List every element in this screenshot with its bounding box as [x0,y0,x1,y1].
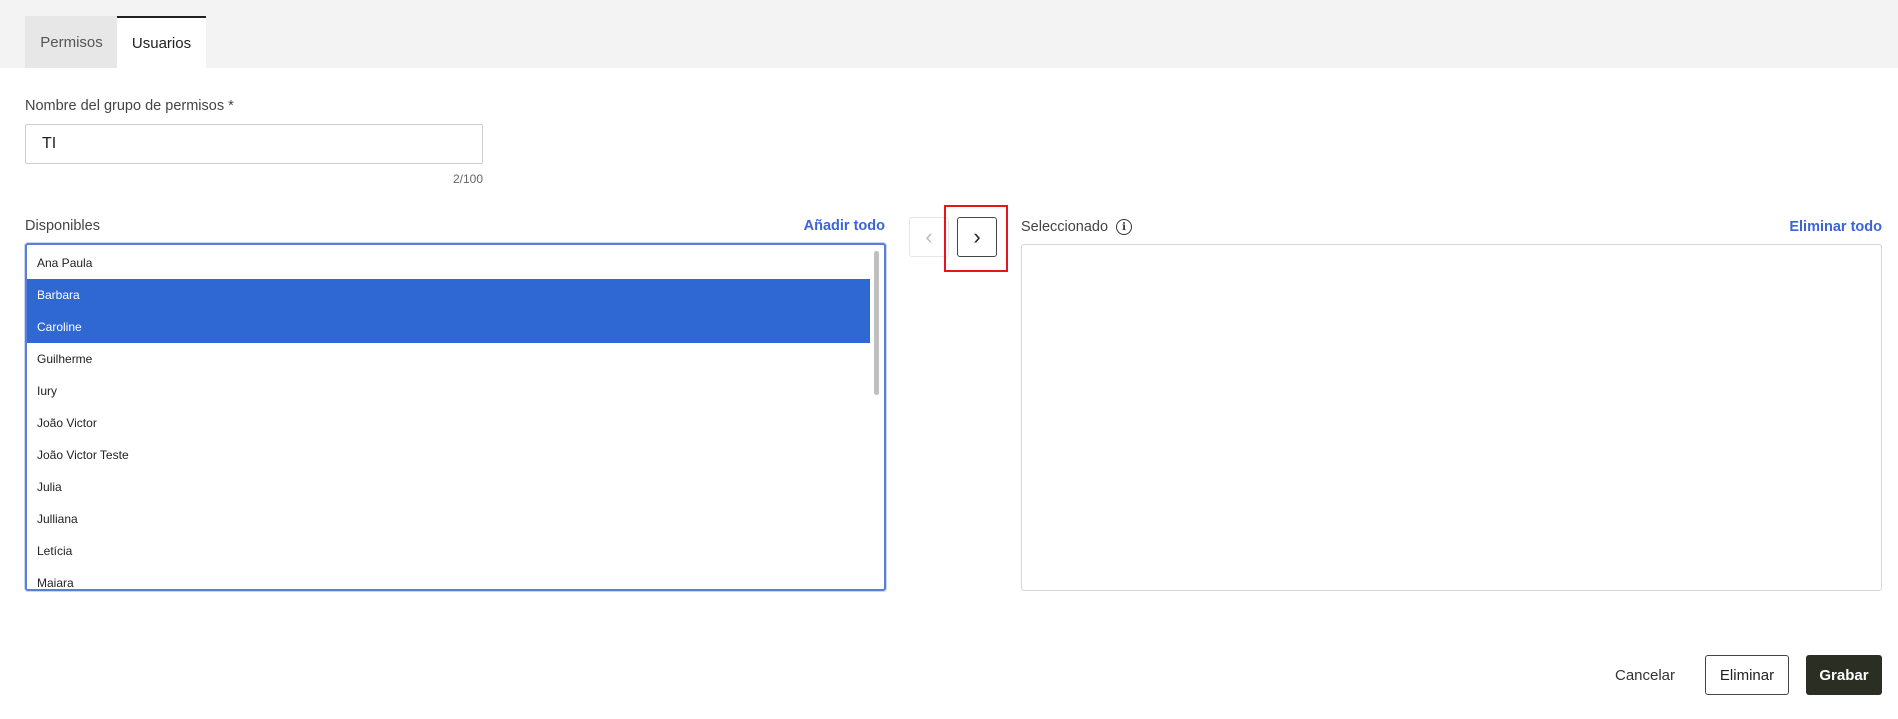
available-label: Disponibles [25,218,100,234]
info-icon[interactable]: i [1116,219,1133,235]
add-all-link[interactable]: Añadir todo [790,218,885,234]
list-item[interactable]: João Victor [27,407,870,439]
list-item[interactable]: João Victor Teste [27,439,870,471]
tab-usuarios[interactable]: Usuarios [117,16,206,68]
list-item[interactable]: Julia [27,471,870,503]
remove-all-link[interactable]: Eliminar todo [1778,219,1882,235]
selected-label: Seleccionado [1021,219,1109,235]
list-item[interactable]: Maiara [27,567,870,589]
delete-button[interactable]: Eliminar [1705,655,1789,695]
character-counter: 2/100 [452,172,483,186]
available-list: Ana Paula Barbara Caroline Guilherme Iury Joã… [27,247,884,589]
list-item[interactable]: Barbara [27,279,870,311]
list-item[interactable]: Iury [27,375,870,407]
chevron-left-icon: ‹ [925,224,933,249]
group-name-input[interactable] [25,124,483,164]
scrollbar[interactable] [874,251,879,395]
list-item[interactable]: Ana Paula [27,247,870,279]
tab-bar [0,0,1898,68]
group-name-label: Nombre del grupo de permisos * [25,98,234,114]
list-item[interactable]: Caroline [27,311,870,343]
selected-label-group: Seleccionado i [1021,219,1133,235]
move-left-button[interactable]: ‹ [909,217,949,257]
list-item[interactable]: Letícia [27,535,870,567]
available-listbox[interactable]: Ana Paula Barbara Caroline Guilherme Iury Joã… [25,243,886,591]
selected-listbox[interactable] [1021,244,1882,591]
list-item[interactable]: Julliana [27,503,870,535]
tab-permisos[interactable]: Permisos [25,16,118,68]
list-item[interactable]: Guilherme [27,343,870,375]
save-button[interactable]: Grabar [1806,655,1882,695]
highlight-box [944,205,1008,272]
cancel-button[interactable]: Cancelar [1605,655,1685,695]
